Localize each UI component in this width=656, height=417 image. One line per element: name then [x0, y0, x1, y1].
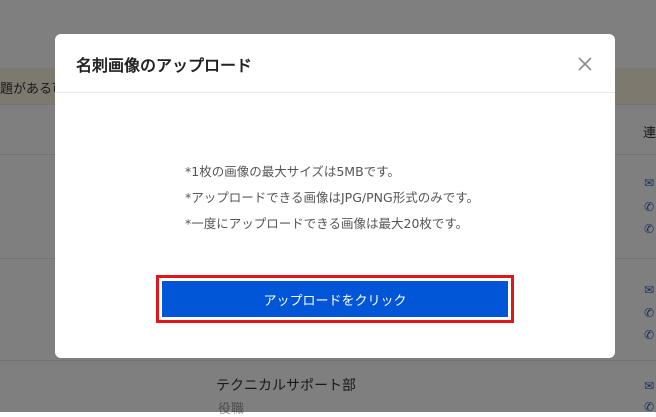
note-max-count: *一度にアップロードできる画像は最大20枚です。 [185, 216, 469, 231]
note-max-size: *1枚の画像の最大サイズは5MBです。 [185, 164, 400, 179]
dialog-body: *1枚の画像の最大サイズは5MBです。 *アップロードできる画像はJPG/PNG… [55, 93, 615, 358]
upload-button-highlight: アップロードをクリック [156, 275, 514, 323]
upload-dialog: 名刺画像のアップロード *1枚の画像の最大サイズは5MBです。 *アップロードで… [55, 34, 615, 358]
close-icon [578, 57, 592, 71]
close-button[interactable] [573, 52, 597, 76]
note-formats: *アップロードできる画像はJPG/PNG形式のみです。 [185, 190, 479, 205]
dialog-header: 名刺画像のアップロード [55, 34, 615, 93]
upload-button[interactable]: アップロードをクリック [162, 281, 508, 317]
dialog-title: 名刺画像のアップロード [76, 56, 253, 75]
